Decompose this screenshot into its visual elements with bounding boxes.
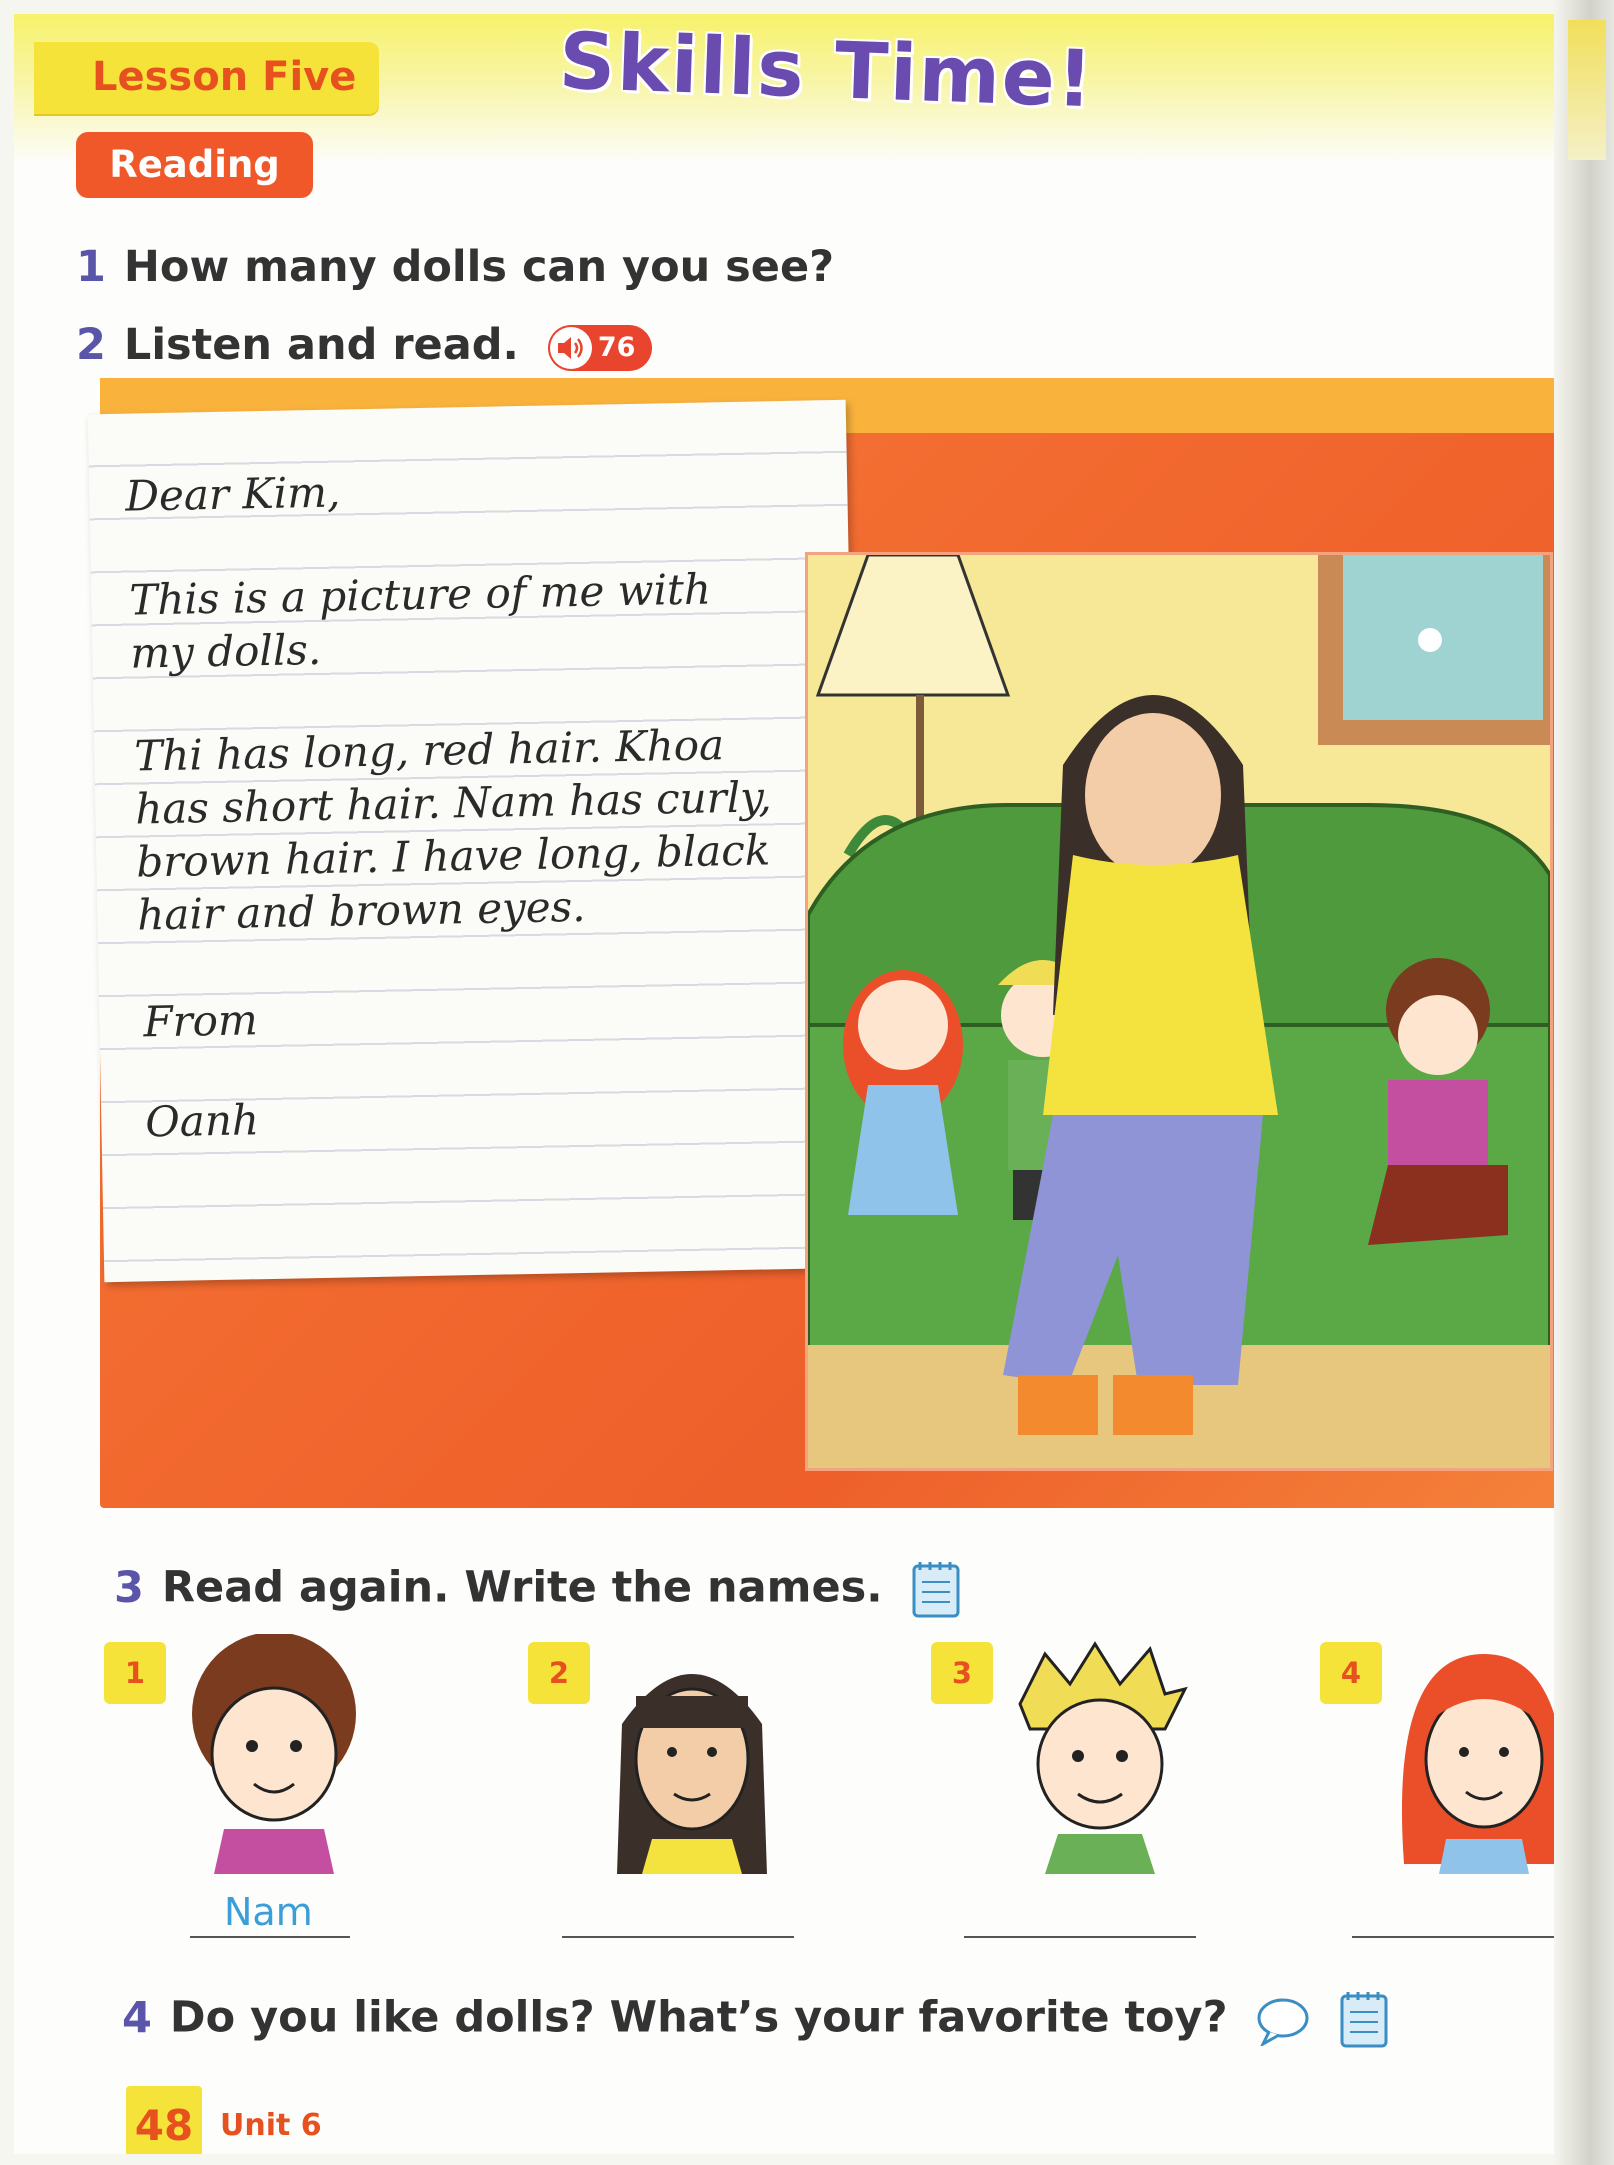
letter-signature: Oanh [144, 1095, 260, 1147]
answer-line[interactable] [1352, 1936, 1564, 1938]
audio-track-number: 76 [597, 331, 636, 363]
letter-greeting: Dear Kim, [124, 467, 341, 521]
page-number: 48 [126, 2086, 202, 2154]
exercise-4: 4 Do you like dolls? What’s your favorite… [122, 1990, 1392, 2050]
doll-face-oanh [617, 1674, 767, 1874]
letter-closing: From [142, 995, 259, 1047]
exercise-3: 3 Read again. Write the names. [114, 1560, 964, 1620]
letter-line: brown hair. I have long, black [135, 825, 771, 887]
doll-face-nam [192, 1634, 356, 1874]
unit-label: Unit 6 [220, 2108, 322, 2143]
lesson-label: Lesson Five [92, 54, 357, 100]
letter-card: Dear Kim, This is a picture of me with m… [87, 399, 863, 1283]
exercise-instruction: Listen and read. [123, 320, 519, 370]
answer-text: Nam [224, 1890, 313, 1934]
textbook-page: Lesson Five Skills Time! Reading 1 How ma… [14, 14, 1574, 2154]
exercise-number: 2 [76, 320, 106, 370]
exercise-2: 2 Listen and read. 76 [76, 320, 652, 371]
notebook-icon [1340, 1992, 1387, 2048]
exercise-number: 3 [114, 1562, 144, 1613]
lesson-tab: Lesson Five [34, 42, 379, 114]
speech-bubble-icon [1257, 1998, 1309, 2046]
story-illustration [805, 552, 1553, 1471]
doll-face-khoa [1018, 1641, 1188, 1874]
doll-face-thi [1401, 1654, 1567, 1874]
letter-line: my dolls. [129, 624, 322, 678]
page-title: Skills Time! [557, 16, 1096, 126]
gutter-highlight [1568, 20, 1606, 160]
section-badge: Reading [76, 132, 313, 198]
book-gutter [1554, 0, 1614, 2165]
letter-line: hair and brown eyes. [136, 881, 586, 940]
exercise-instruction: Read again. Write the names. [161, 1562, 883, 1613]
task-number-tag: 1 [104, 1642, 166, 1704]
section-badge-label: Reading [109, 143, 280, 186]
task-number-tag: 3 [931, 1642, 993, 1704]
exercise-1: 1 How many dolls can you see? [76, 242, 834, 292]
task-number-tag: 2 [528, 1642, 590, 1704]
exercise-number: 1 [76, 242, 106, 292]
answer-line[interactable] [562, 1936, 794, 1938]
speaker-icon [549, 326, 592, 369]
answer-line[interactable] [190, 1936, 350, 1938]
answer-line[interactable] [964, 1936, 1196, 1938]
room-scene-image [806, 553, 1552, 1468]
task-number-tag: 4 [1320, 1642, 1382, 1704]
notebook-icon [912, 1562, 960, 1618]
exercise-instruction: How many dolls can you see? [123, 242, 835, 292]
letter-line: This is a picture of me with [128, 564, 712, 625]
exercise-number: 4 [122, 1992, 152, 2043]
exercise-instruction: Do you like dolls? What’s your favorite … [169, 1992, 1228, 2043]
audio-track-button[interactable]: 76 [547, 324, 652, 371]
